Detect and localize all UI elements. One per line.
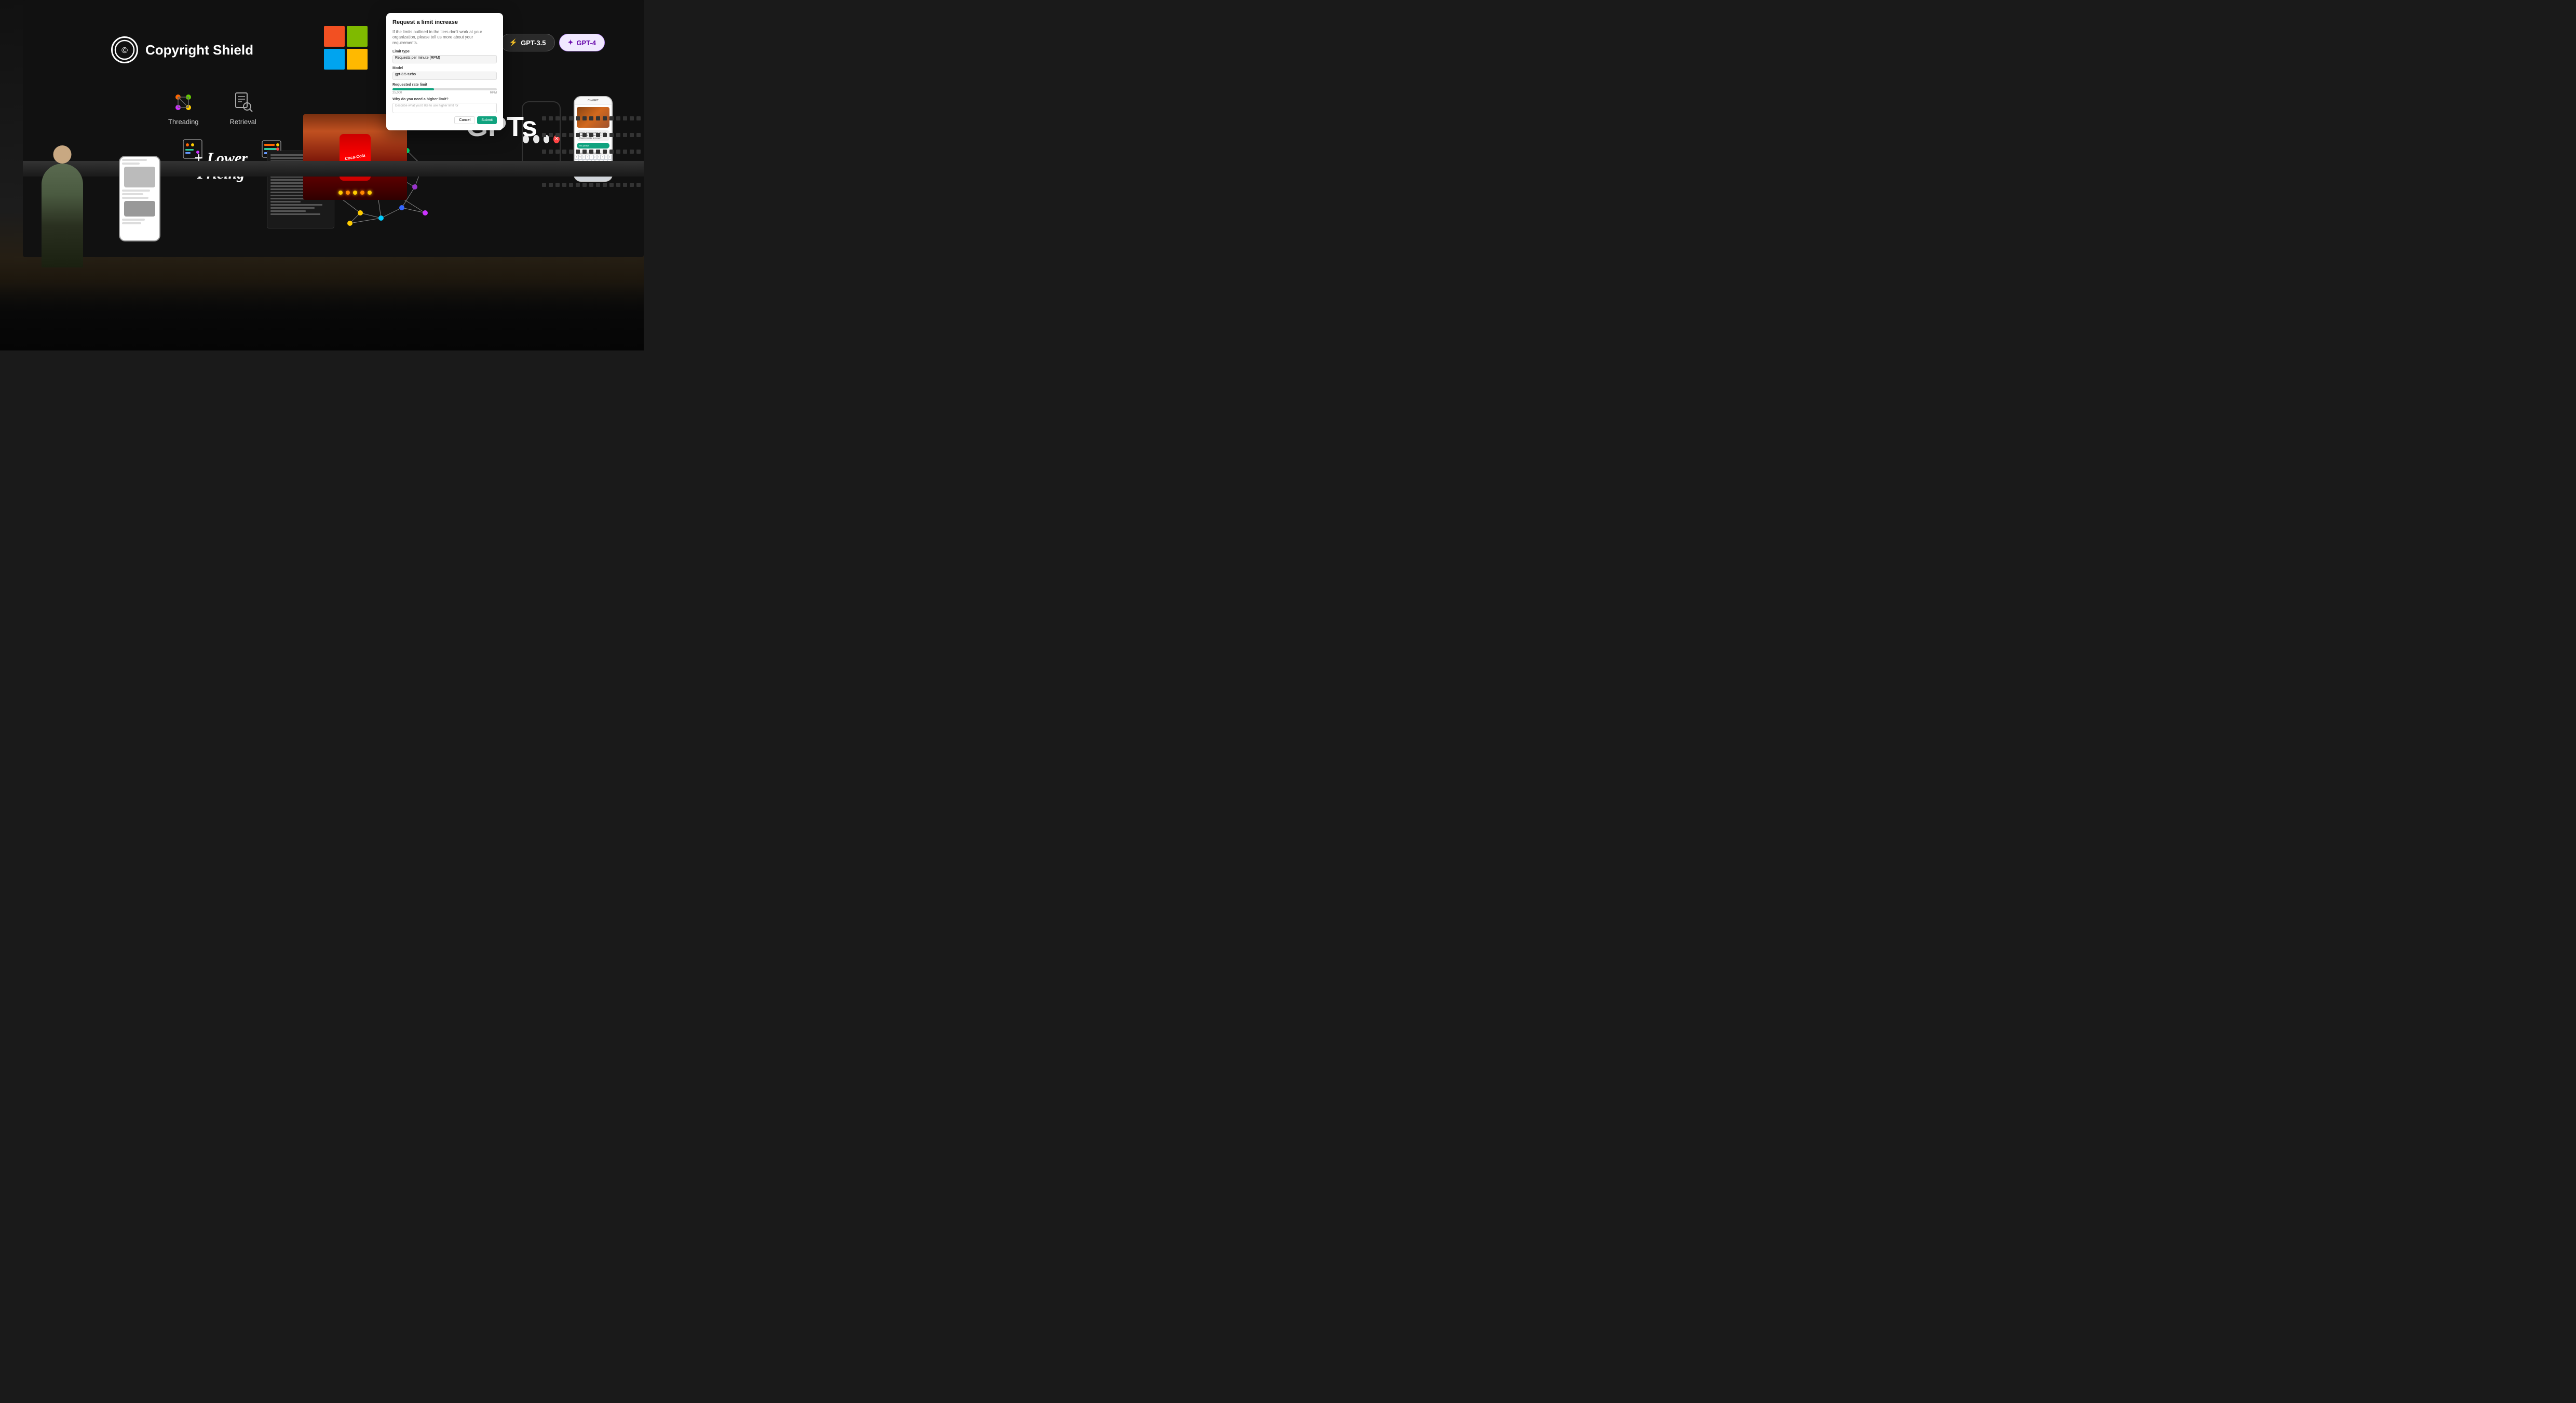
copyright-shield-section: © Copyright Shield [111,36,253,63]
range-track [392,88,497,90]
gpt35-button[interactable]: ⚡ GPT-3.5 [500,34,555,51]
rate-limit-label: Requested rate limit [392,83,497,87]
stage: © Copyright Shield [0,0,644,350]
ms-green [347,26,368,47]
terminal-line [270,182,304,184]
limit-type-label: Limit type [392,50,497,53]
dialog-subtitle: If the limits outlined in the tiers don'… [392,30,497,46]
gpt35-label: GPT-3.5 [521,39,546,47]
retrieval-label: Retrieval [230,118,256,126]
range-current: 25,000 [392,91,402,95]
phone-image-2 [124,201,155,217]
coke-label: Coca-Cola [345,153,366,161]
presentation-screen: © Copyright Shield [23,0,644,257]
why-label: Why do you need a higher limit? [392,98,497,101]
terminal-line [270,201,301,203]
phone-left [119,156,160,241]
ms-yellow [347,49,368,70]
dialog-title: Request a limit increase [392,19,497,25]
coke-light [338,191,343,195]
chat-line [122,190,150,192]
threading-tool: Threading [168,91,199,126]
chat-line [122,222,141,224]
gpt4-icon: ✦ [568,38,574,47]
coke-light [360,191,364,195]
gpt4-label: GPT-4 [576,39,596,47]
threading-icon [172,91,195,114]
microsoft-logo [324,26,368,70]
request-limit-dialog: Request a limit increase If the limits o… [386,13,503,130]
speaker-body [42,164,83,267]
retrieval-tool: Retrieval [230,91,256,126]
copyright-title: Copyright Shield [145,42,253,58]
threading-label: Threading [168,118,199,126]
coke-light [368,191,372,195]
terminal-line [270,204,322,206]
model-label: Model [392,66,497,70]
rate-limit-range: 25,000 RPM [392,88,497,95]
model-select[interactable]: gpt-3.5-turbo [392,72,497,80]
range-unit: RPM [490,91,497,95]
terminal-line [270,207,315,209]
tools-row-1: Threading Retrieval [168,91,256,126]
phone-left-screen [120,157,159,240]
coke-light [353,191,357,195]
chat-line [122,163,140,165]
chat-line [122,159,147,161]
audience-area [0,257,644,350]
grid-pattern [540,114,644,200]
dialog-actions: Cancel Submit [392,116,497,124]
cancel-button[interactable]: Cancel [454,116,475,124]
range-labels: 25,000 RPM [392,91,497,95]
chat-line [122,193,143,195]
chat-line [122,197,148,199]
svg-text:©: © [121,46,128,55]
submit-button[interactable]: Submit [477,116,497,124]
range-fill [392,88,434,90]
coke-lights [303,191,407,195]
gpt4-button[interactable]: ✦ GPT-4 [559,34,605,51]
phone-chat-header: ChatGPT [575,97,612,105]
phone-image [124,167,155,187]
shield-icon: © [111,36,138,63]
limit-type-select[interactable]: Requests per minute (RPM) [392,55,497,63]
terminal-line [270,210,306,212]
why-textarea[interactable]: Describe what you'd like to use higher l… [392,103,497,113]
chat-line [122,219,145,221]
audience-silhouette [0,267,644,350]
stage-floor [23,161,644,177]
terminal-line [270,195,308,196]
ms-blue [324,49,345,70]
speaker-head [53,145,72,164]
gpt35-icon: ⚡ [509,38,518,47]
terminal-line [270,213,320,215]
gpt-buttons-group: ⚡ GPT-3.5 ✦ GPT-4 [500,34,605,51]
ms-red [324,26,345,47]
retrieval-icon [232,91,254,114]
coke-light [346,191,350,195]
